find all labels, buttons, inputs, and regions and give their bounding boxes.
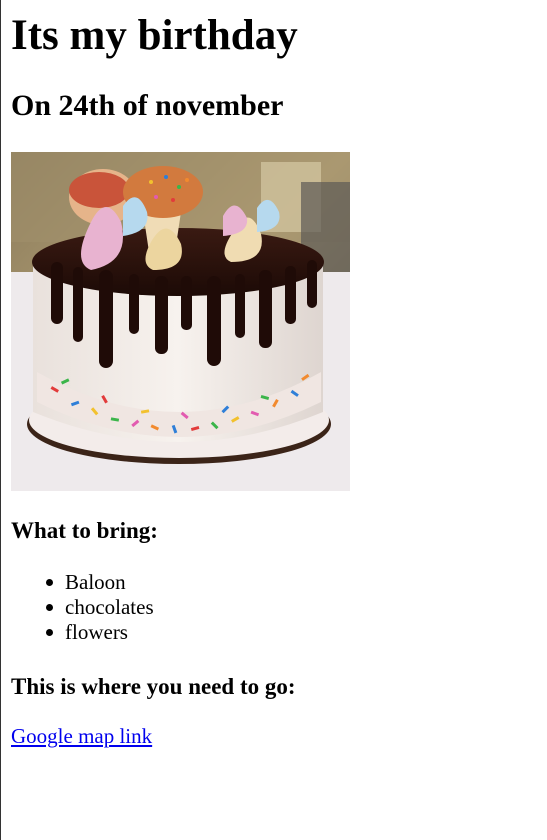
list-item: Baloon (46, 570, 154, 595)
bullet-icon (46, 604, 53, 611)
list-item-label: chocolates (65, 595, 154, 619)
page-subtitle: On 24th of november (11, 89, 284, 122)
location-heading: This is where you need to go: (11, 674, 296, 699)
list-item-label: flowers (65, 620, 128, 644)
list-item-label: Baloon (65, 570, 126, 594)
list-item: flowers (46, 620, 154, 645)
bullet-icon (46, 629, 53, 636)
list-item: chocolates (46, 595, 154, 620)
bring-list: Baloon chocolates flowers (11, 570, 154, 645)
page-title: Its my birthday (11, 12, 298, 59)
what-to-bring-heading: What to bring: (11, 518, 158, 543)
google-map-link[interactable]: Google map link (11, 723, 152, 749)
birthday-cake-image (11, 152, 350, 491)
bullet-icon (46, 579, 53, 586)
window-left-border (0, 0, 1, 840)
